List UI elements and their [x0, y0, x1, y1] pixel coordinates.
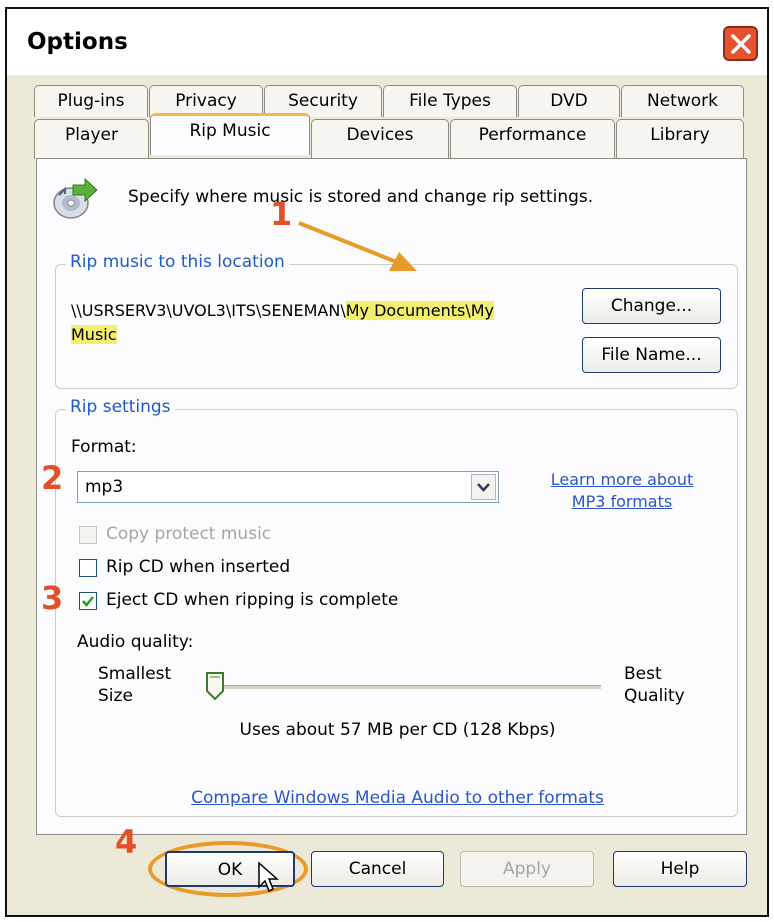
annotation-number-1: 1	[270, 195, 293, 233]
intro-text: Specify where music is stored and change…	[128, 187, 594, 207]
tab-library[interactable]: Library	[616, 119, 744, 159]
dialog-title: Options	[27, 29, 128, 55]
format-label: Format:	[71, 437, 137, 457]
dropdown-button[interactable]	[471, 474, 496, 500]
rip-when-inserted-label: Rip CD when inserted	[106, 557, 291, 577]
best-quality-label: Best Quality	[624, 663, 685, 707]
change-button[interactable]: Change...	[582, 288, 721, 324]
tab-network[interactable]: Network	[621, 85, 744, 117]
tab-dvd[interactable]: DVD	[518, 85, 620, 117]
rip-location-legend: Rip music to this location	[66, 252, 289, 272]
smallest-line-2: Size	[98, 686, 133, 706]
learn-more-line-2: MP3 formats	[571, 492, 673, 511]
annotation-number-4: 4	[115, 823, 138, 861]
compare-formats-link[interactable]: Compare Windows Media Audio to other for…	[56, 788, 739, 808]
chevron-down-icon	[477, 483, 490, 492]
best-line-2: Quality	[624, 686, 685, 706]
annotation-number-2: 2	[41, 459, 64, 497]
tab-devices[interactable]: Devices	[311, 119, 449, 159]
learn-more-link[interactable]: Learn more about MP3 formats	[542, 469, 702, 513]
rip-location-group: Rip music to this location \\USRSERV3\UV…	[55, 252, 738, 389]
mouse-cursor-icon	[257, 861, 281, 893]
tab-rip-music[interactable]: Rip Music	[150, 113, 310, 155]
tab-plug-ins[interactable]: Plug-ins	[34, 85, 148, 117]
options-dialog: Options Plug-ins Privacy Security File T…	[5, 7, 769, 917]
rip-settings-legend: Rip settings	[66, 397, 175, 417]
annotation-arrow-icon	[298, 221, 417, 271]
format-value: mp3	[85, 477, 124, 497]
quality-slider-track[interactable]	[216, 685, 601, 689]
title-bar[interactable]: Options	[7, 9, 767, 75]
learn-more-line-1: Learn more about	[550, 470, 694, 489]
close-button[interactable]	[723, 26, 758, 61]
close-icon	[731, 34, 751, 54]
rip-location-path: \\USRSERV3\UVOL3\ITS\SENEMAN\My Document…	[71, 299, 571, 347]
checkmark-icon	[82, 596, 94, 607]
apply-button[interactable]: Apply	[460, 851, 594, 887]
copy-protect-label: Copy protect music	[106, 524, 272, 544]
tab-file-types[interactable]: File Types	[383, 85, 517, 117]
help-button[interactable]: Help	[613, 851, 747, 887]
path-highlight-1: My Documents\My	[345, 301, 494, 320]
tab-player[interactable]: Player	[34, 119, 149, 159]
audio-quality-label: Audio quality:	[77, 632, 194, 652]
path-highlight-2: Music	[71, 325, 117, 344]
eject-label: Eject CD when ripping is complete	[106, 590, 399, 610]
format-select[interactable]: mp3	[77, 471, 499, 503]
path-prefix: \\USRSERV3\UVOL3\ITS\SENEMAN\	[71, 301, 346, 320]
eject-checkbox[interactable]	[79, 592, 97, 610]
cd-arrow-icon	[49, 175, 99, 221]
smallest-line-1: Smallest	[98, 664, 172, 684]
cancel-button[interactable]: Cancel	[311, 851, 444, 887]
usage-text: Uses about 57 MB per CD (128 Kbps)	[239, 720, 556, 740]
rip-settings-group: Rip settings Format: mp3 Learn more abou…	[55, 397, 739, 817]
annotation-number-3: 3	[41, 579, 64, 617]
rip-when-inserted-checkbox[interactable]	[79, 559, 97, 577]
best-line-1: Best	[624, 664, 662, 684]
smallest-size-label: Smallest Size	[98, 663, 171, 707]
quality-slider-thumb[interactable]	[205, 671, 225, 701]
copy-protect-checkbox[interactable]	[79, 526, 97, 544]
file-name-button[interactable]: File Name...	[582, 337, 721, 373]
tab-performance[interactable]: Performance	[450, 119, 615, 159]
